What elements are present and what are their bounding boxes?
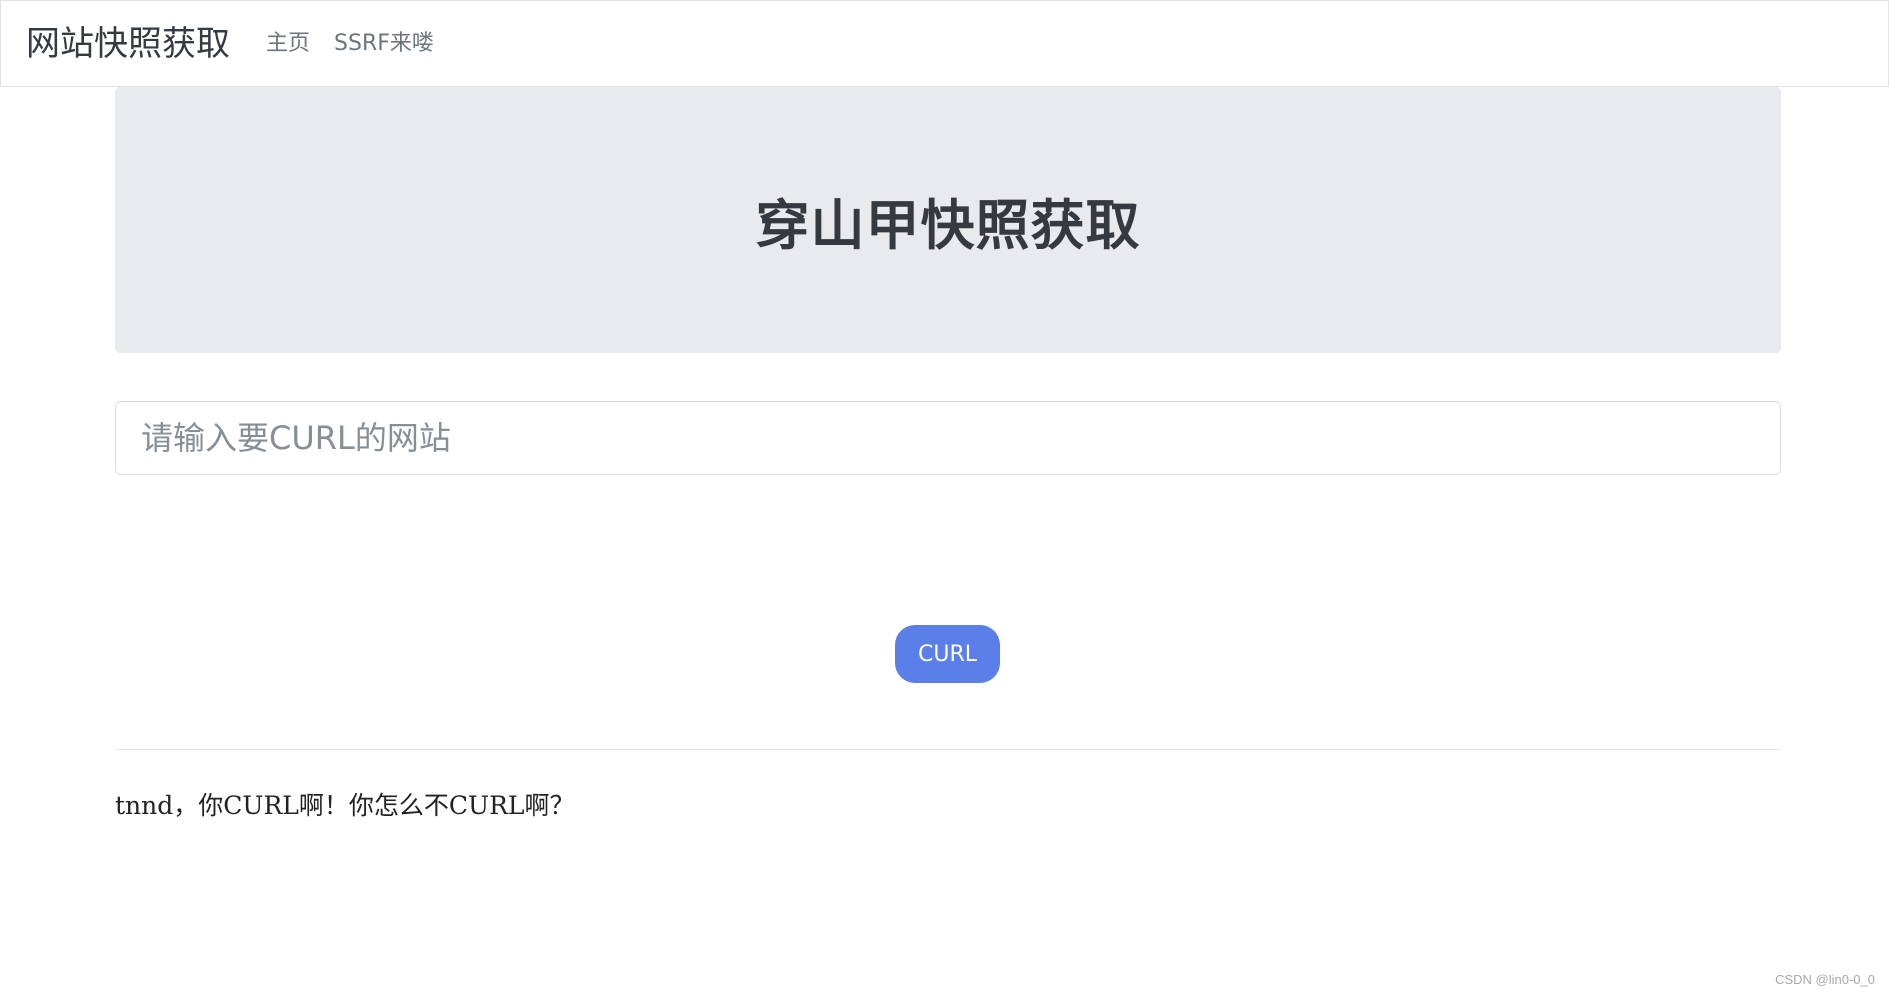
curl-button[interactable]: CURL xyxy=(895,625,1000,683)
navbar: 网站快照获取 主页 SSRF来喽 xyxy=(0,0,1889,87)
nav-link-ssrf[interactable]: SSRF来喽 xyxy=(334,32,434,55)
result-message: tnnd，你CURL啊！你怎么不CURL啊？ xyxy=(115,791,575,820)
divider xyxy=(115,749,1781,750)
jumbotron: 穿山甲快照获取 xyxy=(115,87,1781,353)
page-title: 穿山甲快照获取 xyxy=(755,193,1141,257)
watermark: CSDN @lin0-0_0 xyxy=(1775,972,1875,987)
nav-link-home[interactable]: 主页 xyxy=(266,32,310,55)
url-input[interactable] xyxy=(115,401,1781,475)
navbar-brand[interactable]: 网站快照获取 xyxy=(26,27,230,61)
